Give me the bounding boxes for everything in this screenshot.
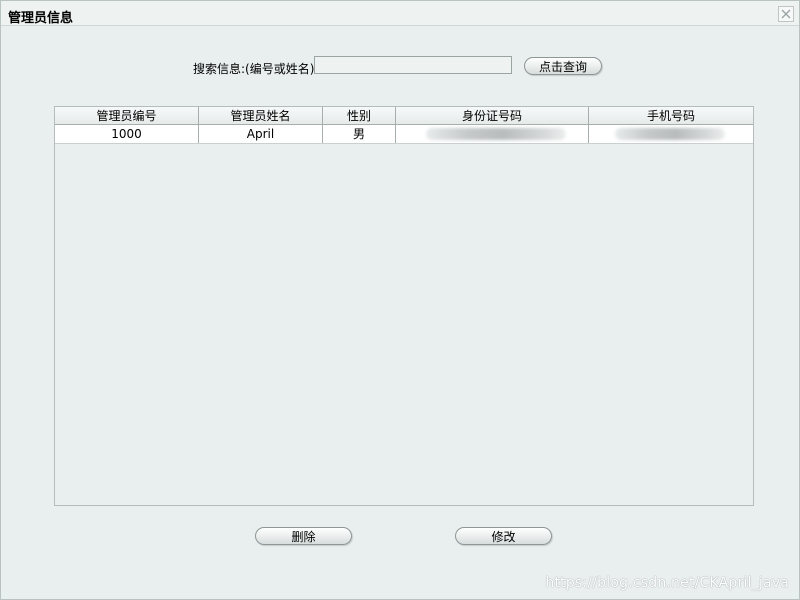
search-label: 搜索信息:(编号或姓名) — [193, 62, 315, 76]
column-header-id-card[interactable]: 身份证号码 — [396, 107, 589, 125]
redaction-blur — [426, 128, 566, 140]
admin-info-window: 管理员信息 搜索信息:(编号或姓名) 点击查询 管理员编号 管理员姓名 性别 身… — [0, 0, 800, 600]
cell-id-card-redacted — [396, 125, 589, 143]
cell-phone-redacted — [589, 125, 753, 143]
delete-button[interactable]: 删除 — [255, 527, 352, 545]
window-title: 管理员信息 — [8, 11, 74, 26]
table-row[interactable]: 1000 April 男 — [55, 125, 753, 144]
cell-admin-name: April — [199, 125, 323, 143]
search-input[interactable] — [314, 56, 512, 74]
query-button[interactable]: 点击查询 — [524, 57, 602, 75]
column-header-admin-name[interactable]: 管理员姓名 — [199, 107, 323, 125]
cell-gender: 男 — [323, 125, 396, 143]
column-header-gender[interactable]: 性别 — [323, 107, 396, 125]
title-bar: 管理员信息 — [1, 1, 799, 26]
table-header: 管理员编号 管理员姓名 性别 身份证号码 手机号码 — [55, 107, 753, 125]
redaction-blur — [615, 128, 725, 140]
edit-button[interactable]: 修改 — [455, 527, 552, 545]
watermark: https://blog.csdn.net/CKApril_java — [545, 575, 789, 591]
close-button[interactable] — [778, 6, 794, 22]
column-header-phone[interactable]: 手机号码 — [589, 107, 753, 125]
close-icon — [781, 9, 791, 19]
cell-admin-id: 1000 — [55, 125, 199, 143]
admin-table: 管理员编号 管理员姓名 性别 身份证号码 手机号码 1000 April 男 — [54, 106, 754, 506]
column-header-admin-id[interactable]: 管理员编号 — [55, 107, 199, 125]
